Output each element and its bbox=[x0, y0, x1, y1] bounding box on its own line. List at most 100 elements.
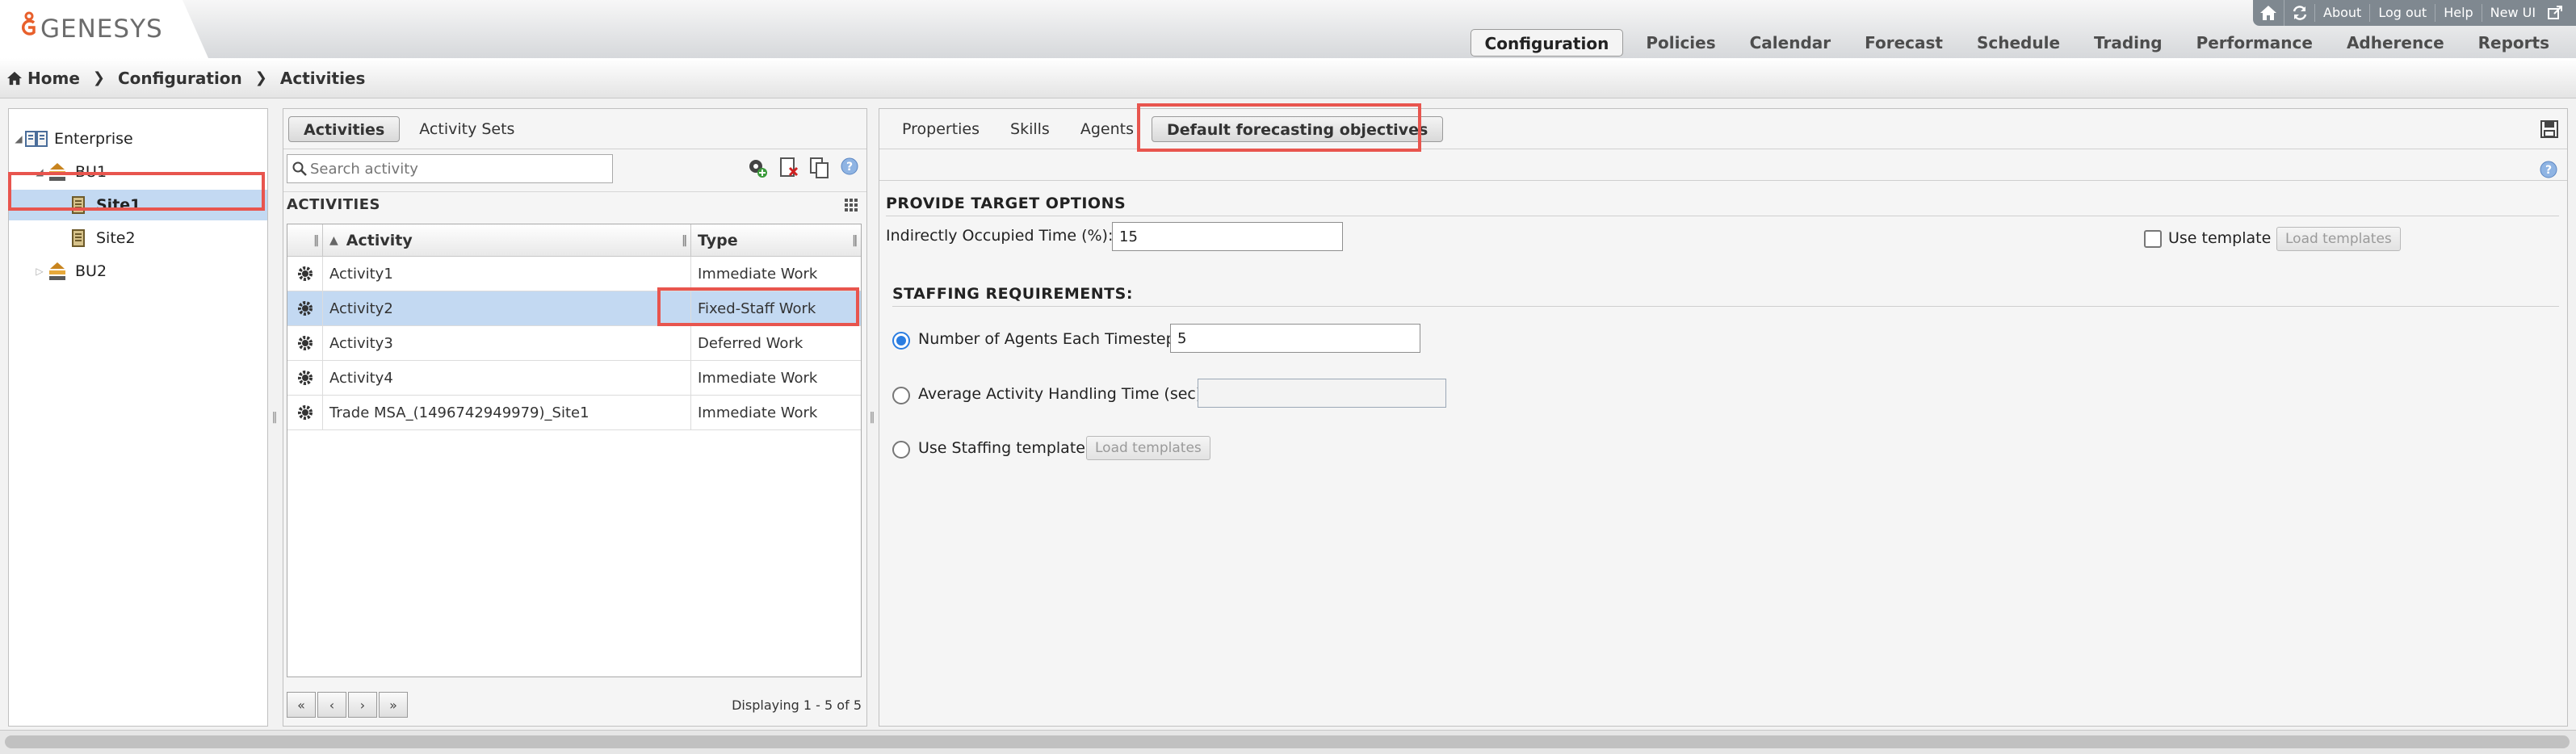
radio-average-handling-time[interactable] bbox=[892, 387, 910, 404]
business-unit-icon bbox=[46, 161, 69, 183]
nav-forecast[interactable]: Forecast bbox=[1848, 29, 1960, 57]
first-page-button[interactable]: « bbox=[287, 692, 316, 718]
nav-schedule[interactable]: Schedule bbox=[1960, 29, 2077, 57]
activity-search-input[interactable] bbox=[310, 160, 609, 178]
external-link-icon[interactable] bbox=[2544, 0, 2566, 26]
staffing-load-templates-button[interactable]: Load templates bbox=[1086, 436, 1210, 460]
next-page-button[interactable]: › bbox=[348, 692, 377, 718]
agents-each-timestep-input[interactable]: 5 bbox=[1170, 324, 1420, 353]
cell-activity: Trade MSA_(1496742949979)_Site1 bbox=[323, 396, 691, 429]
svg-text:?: ? bbox=[2545, 164, 2552, 177]
copy-activity-icon[interactable] bbox=[810, 157, 829, 178]
table-row[interactable]: Activity2 Fixed-Staff Work bbox=[287, 291, 861, 326]
prev-page-button[interactable]: ‹ bbox=[317, 692, 346, 718]
collapsed-triangle-icon[interactable]: ▷ bbox=[33, 266, 46, 277]
help-icon[interactable]: ? bbox=[841, 157, 858, 178]
table-row[interactable]: Activity1 Immediate Work bbox=[287, 257, 861, 291]
home-breadcrumb-icon[interactable] bbox=[6, 71, 23, 86]
tree-node-site2[interactable]: Site2 bbox=[9, 223, 267, 253]
cell-activity: Activity1 bbox=[323, 257, 691, 291]
nav-adherence[interactable]: Adherence bbox=[2330, 29, 2461, 57]
ioc-input[interactable]: 15 bbox=[1112, 222, 1343, 251]
tab-activity-sets[interactable]: Activity Sets bbox=[405, 116, 529, 142]
column-resize-handle[interactable]: ‖ bbox=[682, 234, 687, 247]
left-splitter[interactable]: ‖ bbox=[271, 108, 278, 727]
site-tree-panel: ◢ Enterprise ◢ BU1 Site1 Site2 ▷ BU2 bbox=[8, 108, 268, 727]
breadcrumb-home[interactable]: Home bbox=[27, 69, 80, 88]
refresh-icon[interactable] bbox=[2284, 0, 2314, 26]
column-header-type[interactable]: Type ‖ bbox=[691, 224, 861, 257]
tree-node-site1[interactable]: Site1 bbox=[9, 190, 267, 220]
nav-reports[interactable]: Reports bbox=[2461, 29, 2566, 57]
activity-gear-icon bbox=[287, 291, 323, 325]
chevron-right-icon: ❯ bbox=[254, 69, 267, 86]
help-link[interactable]: Help bbox=[2435, 4, 2481, 22]
save-icon[interactable] bbox=[2540, 119, 2559, 139]
nav-performance[interactable]: Performance bbox=[2180, 29, 2330, 57]
column-header-icon[interactable]: ‖ bbox=[287, 224, 323, 257]
tab-default-forecasting-objectives[interactable]: Default forecasting objectives bbox=[1151, 115, 1444, 142]
genesys-logo-icon bbox=[18, 11, 39, 40]
column-header-activity[interactable]: ▲ Activity ‖ bbox=[323, 224, 691, 257]
column-resize-handle[interactable]: ‖ bbox=[852, 234, 858, 247]
expand-triangle-icon[interactable]: ◢ bbox=[12, 133, 25, 145]
search-icon bbox=[292, 161, 307, 176]
use-template-checkbox[interactable] bbox=[2144, 230, 2162, 248]
tab-agents[interactable]: Agents bbox=[1068, 116, 1147, 142]
tree-node-label: Site2 bbox=[96, 229, 136, 247]
load-templates-button[interactable]: Load templates bbox=[2276, 227, 2401, 251]
nav-calendar[interactable]: Calendar bbox=[1733, 29, 1848, 57]
tree-node-bu2[interactable]: ▷ BU2 bbox=[9, 256, 267, 287]
tab-activities[interactable]: Activities bbox=[288, 115, 401, 142]
table-row[interactable]: Activity3 Deferred Work bbox=[287, 326, 861, 361]
home-icon[interactable] bbox=[2253, 0, 2284, 26]
detail-tabs: Properties Skills Agents Default forecas… bbox=[879, 109, 2567, 149]
tree-node-label: BU1 bbox=[75, 163, 107, 181]
chevron-right-icon: ❯ bbox=[92, 69, 105, 86]
tab-skills[interactable]: Skills bbox=[997, 116, 1063, 142]
right-splitter[interactable]: ‖ bbox=[869, 108, 875, 727]
activity-detail-panel: Properties Skills Agents Default forecas… bbox=[879, 108, 2568, 727]
logout-link[interactable]: Log out bbox=[2369, 4, 2435, 22]
nav-policies[interactable]: Policies bbox=[1629, 29, 1732, 57]
cell-type: Immediate Work bbox=[698, 404, 818, 421]
delete-activity-icon[interactable] bbox=[779, 157, 799, 178]
average-handling-time-label: Average Activity Handling Time (sec) bbox=[918, 385, 1202, 403]
activity-search-box[interactable] bbox=[287, 154, 613, 183]
grid-menu-icon[interactable] bbox=[844, 198, 858, 212]
activities-section-title: ACTIVITIES bbox=[283, 191, 866, 217]
scrollbar-thumb[interactable] bbox=[5, 735, 2570, 748]
tree-node-label: Enterprise bbox=[54, 130, 133, 148]
table-row[interactable]: Trade MSA_(1496742949979)_Site1 Immediat… bbox=[287, 396, 861, 430]
add-activity-icon[interactable] bbox=[747, 157, 768, 178]
horizontal-scrollbar[interactable] bbox=[0, 730, 2576, 754]
nav-trading[interactable]: Trading bbox=[2077, 29, 2180, 57]
column-label: Activity bbox=[346, 231, 413, 249]
activity-gear-icon bbox=[287, 326, 323, 360]
radio-agents-each-timestep[interactable] bbox=[892, 332, 910, 350]
nav-configuration[interactable]: Configuration bbox=[1470, 29, 1624, 57]
breadcrumb-configuration[interactable]: Configuration bbox=[118, 69, 242, 88]
radio-use-staffing-template[interactable] bbox=[892, 441, 910, 459]
average-handling-time-input[interactable] bbox=[1198, 379, 1446, 408]
cell-type: Immediate Work bbox=[698, 369, 818, 387]
main-nav: Configuration Policies Calendar Forecast… bbox=[1470, 29, 2566, 57]
pager-info: Displaying 1 - 5 of 5 bbox=[732, 697, 862, 713]
activities-pager: « ‹ › » Displaying 1 - 5 of 5 bbox=[287, 689, 862, 721]
tree-node-bu1[interactable]: ◢ BU1 bbox=[9, 157, 267, 187]
new-ui-link[interactable]: New UI bbox=[2481, 4, 2544, 22]
help-icon[interactable]: ? bbox=[2540, 161, 2557, 178]
tree-node-enterprise[interactable]: ◢ Enterprise bbox=[9, 124, 267, 154]
breadcrumb-activities: Activities bbox=[279, 68, 366, 88]
last-page-button[interactable]: » bbox=[379, 692, 408, 718]
activities-panel: Activities Activity Sets ? ACTIVITIES ‖ … bbox=[283, 108, 867, 727]
about-link[interactable]: About bbox=[2314, 4, 2369, 22]
tab-properties[interactable]: Properties bbox=[889, 116, 992, 142]
brand-name: GENESYS bbox=[40, 15, 163, 44]
tree-node-label: BU2 bbox=[75, 262, 107, 280]
expand-triangle-icon[interactable]: ◢ bbox=[33, 166, 46, 178]
cell-activity: Activity3 bbox=[323, 326, 691, 360]
site-icon bbox=[67, 227, 90, 249]
staffing-requirements-title: STAFFING REQUIREMENTS: bbox=[892, 285, 1133, 303]
table-row[interactable]: Activity4 Immediate Work bbox=[287, 361, 861, 396]
